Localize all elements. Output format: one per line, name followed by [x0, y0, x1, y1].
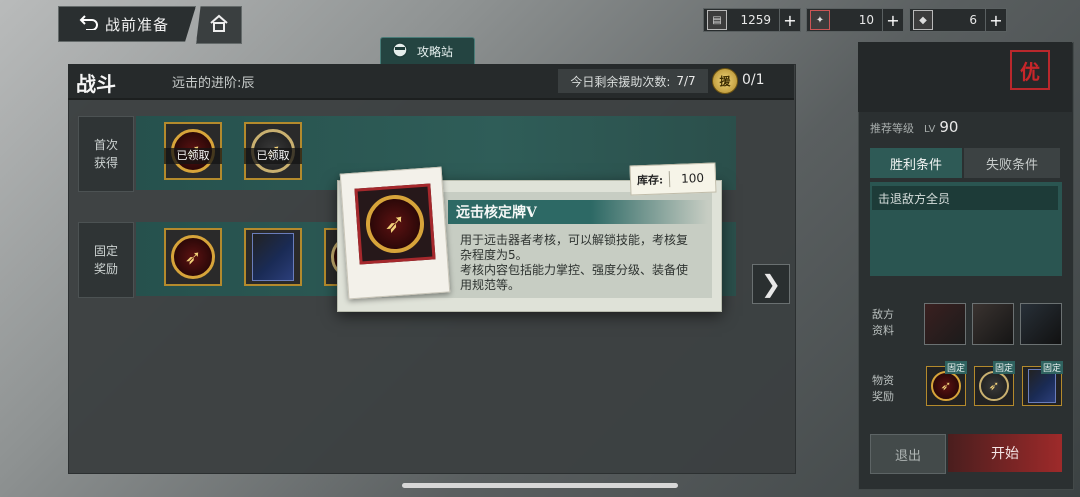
- supply-reward-label-line1: 物资: [872, 374, 894, 387]
- home-button[interactable]: [196, 6, 242, 44]
- book-icon: [1028, 369, 1056, 403]
- stock-label: 库存:: [630, 171, 671, 189]
- fixed-reward-label-line1: 固定: [93, 244, 118, 258]
- recommend-label: 推荐等级: [870, 122, 914, 135]
- home-icon: [209, 14, 229, 36]
- supply-reward-item-2[interactable]: ➶ 固定: [974, 361, 1015, 406]
- resource-gem-value: 6: [969, 13, 977, 27]
- medal-icon: ➶: [979, 371, 1009, 401]
- battle-title: 战斗: [76, 72, 116, 96]
- desc-line-3: 考核内容包括能力掌控、强度分级、装备使: [460, 263, 689, 277]
- tab-lose-condition[interactable]: 失败条件: [964, 148, 1060, 178]
- gem-icon: ◆: [913, 10, 933, 30]
- bow-medal-icon: ➶: [364, 193, 426, 255]
- resource-ticket-value: 1259: [740, 13, 771, 27]
- add-token-button[interactable]: +: [882, 9, 903, 31]
- supply-reward-label: 物资 奖励: [868, 373, 898, 405]
- ticket-icon: ▤: [707, 10, 727, 30]
- guide-label: 攻略站: [417, 45, 454, 59]
- recommend-level-value: 90: [939, 118, 959, 136]
- recommend-level: 推荐等级 LV 90: [870, 118, 958, 136]
- first-reward-item-1[interactable]: ➶ 已领取: [164, 122, 222, 180]
- fixed-reward-item-2[interactable]: [244, 228, 302, 286]
- start-button[interactable]: 开始: [948, 434, 1062, 472]
- enemy-info-label: 敌方 资料: [868, 307, 898, 339]
- fixed-tag: 固定: [944, 361, 967, 374]
- item-description: 用于远击器者考核，可以解锁技能，考核复 杂程度为5。 考核内容包括能力掌控、强度…: [460, 233, 708, 293]
- desc-line-4: 用规范等。: [460, 278, 521, 292]
- resource-gem: ◆ 6 +: [909, 8, 1007, 32]
- item-name: 远击核定牌V: [448, 200, 708, 224]
- fixed-reward-item-1[interactable]: ➶: [164, 228, 222, 286]
- first-reward-item-2[interactable]: ➶ 已领取: [244, 122, 302, 180]
- assist-counter: 今日剩余援助次数: 7/7: [558, 69, 708, 93]
- supply-reward-item-1[interactable]: ➶ 固定: [926, 361, 967, 406]
- first-reward-label-line1: 首次: [93, 138, 118, 152]
- assist-label: 今日剩余援助次数:: [570, 74, 671, 89]
- supply-reward-label-line2: 奖励: [872, 390, 894, 403]
- resource-token: ✦ 10 +: [806, 8, 904, 32]
- supply-reward-item-3[interactable]: 固定: [1022, 361, 1063, 406]
- assist-count: 7/7: [676, 74, 696, 88]
- assist-value: 0/1: [742, 72, 765, 88]
- book-icon: [252, 233, 294, 281]
- token-icon: ✦: [810, 10, 830, 30]
- stage-name: 远击的进阶:辰: [172, 76, 255, 91]
- enemy-portrait-2[interactable]: [972, 303, 1014, 345]
- stock-card: 库存: 100: [629, 162, 717, 196]
- fixed-tag: 固定: [992, 361, 1015, 374]
- resource-ticket: ▤ 1259 +: [703, 8, 801, 32]
- tab-win-condition[interactable]: 胜利条件: [870, 148, 962, 178]
- bow-medal-icon: ➶: [931, 371, 961, 401]
- fixed-tag: 固定: [1040, 361, 1063, 374]
- claimed-badge: 已领取: [164, 148, 222, 164]
- guide-tab[interactable]: 攻略站: [380, 37, 475, 65]
- first-reward-label-line2: 获得: [93, 156, 118, 170]
- win-condition-text: 击退敌方全员: [872, 186, 1058, 210]
- bow-medal-icon: ➶: [171, 235, 215, 279]
- rank-seal: 优: [1010, 50, 1050, 90]
- fixed-reward-label-line2: 奖励: [93, 262, 118, 276]
- enemy-info-label-line2: 资料: [872, 324, 894, 337]
- claimed-badge: 已领取: [244, 148, 302, 164]
- assist-coin-icon: 援: [712, 68, 738, 94]
- first-reward-label: 首次 获得: [78, 116, 134, 192]
- resource-token-value: 10: [858, 13, 874, 27]
- chevron-right-icon: ❯: [760, 270, 782, 298]
- add-ticket-button[interactable]: +: [779, 9, 800, 31]
- back-button[interactable]: 战前准备: [58, 6, 196, 42]
- desc-line-2: 杂程度为5。: [460, 248, 528, 262]
- enemy-portrait-1[interactable]: [924, 303, 966, 345]
- stock-value: 100: [680, 170, 705, 186]
- item-photo: ➶: [354, 183, 436, 265]
- guide-mascot-icon: [389, 41, 411, 63]
- enemy-info-label-line1: 敌方: [872, 308, 894, 321]
- back-label: 战前准备: [105, 15, 170, 34]
- enemy-portrait-3[interactable]: [1020, 303, 1062, 345]
- next-page-button[interactable]: ❯: [752, 264, 790, 304]
- add-gem-button[interactable]: +: [985, 9, 1006, 31]
- home-indicator: [402, 483, 678, 488]
- desc-line-1: 用于远击器者考核，可以解锁技能，考核复: [460, 233, 689, 247]
- fixed-reward-label: 固定 奖励: [78, 222, 134, 298]
- lv-prefix: LV: [924, 124, 936, 135]
- retreat-button[interactable]: 退出: [870, 434, 946, 474]
- back-arrow-icon: [79, 14, 99, 34]
